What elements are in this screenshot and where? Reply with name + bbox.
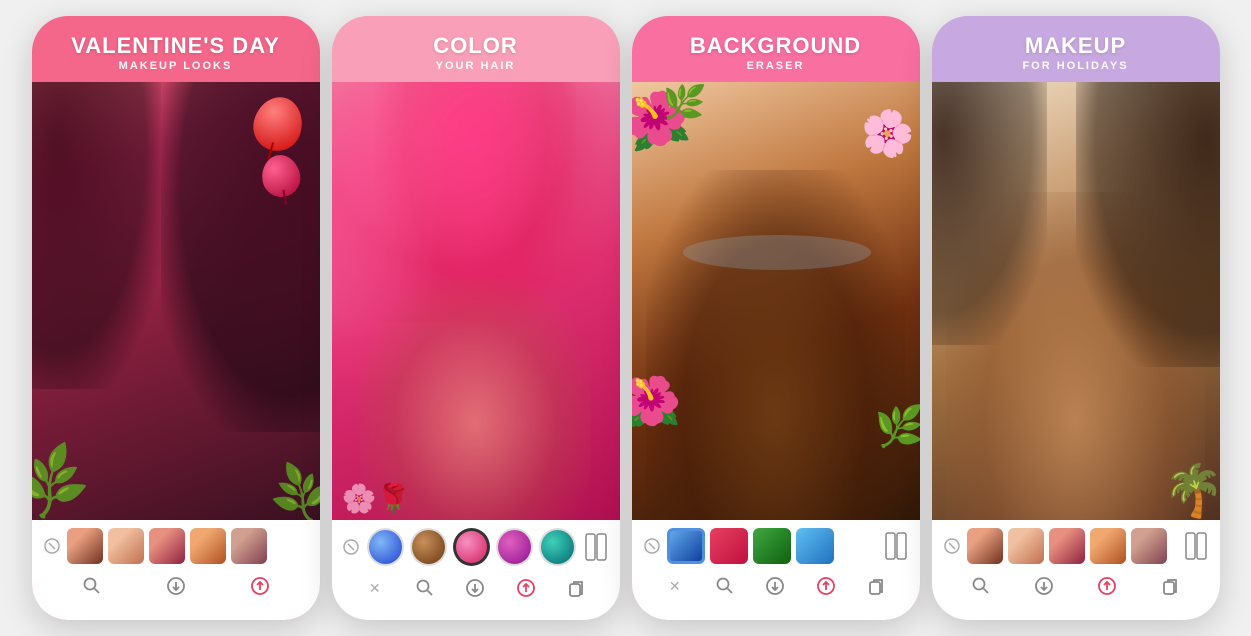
face-swatch-2[interactable] bbox=[1008, 528, 1044, 564]
cross-icon[interactable]: ✕ bbox=[361, 574, 389, 602]
share-icon[interactable] bbox=[812, 572, 840, 600]
pink-hair-swatch[interactable] bbox=[453, 528, 490, 566]
share-icon[interactable] bbox=[512, 574, 540, 602]
face-swatch-2[interactable] bbox=[108, 528, 144, 564]
compare-icon[interactable] bbox=[582, 529, 609, 565]
magenta-hair-swatch[interactable] bbox=[496, 528, 533, 566]
valentines-card: VALENTINE'S DAY MAKEUP LOOKS 🌿 🌿 bbox=[32, 16, 320, 620]
tropical-plant: 🌴 bbox=[1158, 456, 1220, 520]
card-2-swatches bbox=[342, 528, 610, 566]
card-1-image: 🌿 🌿 bbox=[32, 82, 320, 520]
card-3-swatches bbox=[642, 528, 910, 564]
card-4-subtitle: FOR HOLIDAYS bbox=[948, 60, 1204, 72]
card-4-title: MAKEUP bbox=[948, 34, 1204, 58]
copy-icon[interactable] bbox=[1156, 572, 1184, 600]
face-swatch-1[interactable] bbox=[967, 528, 1003, 564]
cross-icon[interactable]: ✕ bbox=[661, 572, 689, 600]
color-hair-card: COLOR YOUR HAIR 🌸🌹 bbox=[332, 16, 620, 620]
card-1-title: VALENTINE'S DAY bbox=[48, 34, 304, 58]
card-4-image: 🌴 bbox=[932, 82, 1220, 520]
copy-icon[interactable] bbox=[862, 572, 890, 600]
zoom-icon[interactable] bbox=[967, 572, 995, 600]
card-2-face-overlay bbox=[332, 82, 620, 520]
sky-bg-swatch[interactable] bbox=[796, 528, 834, 564]
download-icon[interactable] bbox=[761, 572, 789, 600]
zoom-icon[interactable] bbox=[711, 572, 739, 600]
card-4-toolbar bbox=[932, 520, 1220, 620]
zoom-icon[interactable] bbox=[78, 572, 106, 600]
background-eraser-card: BACKGROUND ERASER 🌺 🌸 🌿 🌺 🌿 bbox=[632, 16, 920, 620]
compare-icon[interactable] bbox=[1182, 528, 1210, 564]
card-1-subtitle: MAKEUP LOOKS bbox=[48, 60, 304, 72]
nature-bg-swatch[interactable] bbox=[753, 528, 791, 564]
download-icon[interactable] bbox=[162, 572, 190, 600]
cancel-icon[interactable] bbox=[42, 536, 62, 556]
face-swatch-5[interactable] bbox=[231, 528, 267, 564]
compare-icon[interactable] bbox=[882, 528, 910, 564]
cancel-icon[interactable] bbox=[942, 536, 962, 556]
card-2-header: COLOR YOUR HAIR bbox=[332, 16, 620, 82]
card-4-header: MAKEUP FOR HOLIDAYS bbox=[932, 16, 1220, 82]
share-icon[interactable] bbox=[1093, 572, 1121, 600]
flower-left-bottom: 🌺 bbox=[632, 373, 682, 430]
face-swatch-5[interactable] bbox=[1131, 528, 1167, 564]
cancel-icon[interactable] bbox=[342, 537, 361, 557]
face-swatch-3[interactable] bbox=[1049, 528, 1085, 564]
card-1-header: VALENTINE'S DAY MAKEUP LOOKS bbox=[32, 16, 320, 82]
card-1-bottom-icons bbox=[42, 570, 310, 602]
blue-hair-swatch[interactable] bbox=[367, 528, 404, 566]
card-4-bottom-icons bbox=[942, 570, 1210, 602]
teal-hair-swatch[interactable] bbox=[539, 528, 576, 566]
balloons-decoration bbox=[254, 97, 302, 197]
leaves-top: 🌿 bbox=[660, 82, 707, 125]
blue-bg-swatch[interactable] bbox=[667, 528, 705, 564]
leaf-right-bottom: 🌿 bbox=[875, 403, 920, 450]
flowers-decoration: 🌸🌹 bbox=[342, 482, 412, 515]
download-icon[interactable] bbox=[1030, 572, 1058, 600]
card-2-subtitle: YOUR HAIR bbox=[348, 60, 604, 72]
face-swatch-1[interactable] bbox=[67, 528, 103, 564]
card-2-image: 🌸🌹 bbox=[332, 82, 620, 520]
card-1-toolbar bbox=[32, 520, 320, 620]
card-4-swatches bbox=[942, 528, 1210, 564]
card-3-image: 🌺 🌸 🌿 🌺 🌿 bbox=[632, 82, 920, 520]
card-2-title: COLOR bbox=[348, 34, 604, 58]
face-swatch-4[interactable] bbox=[190, 528, 226, 564]
makeup-holidays-card: MAKEUP FOR HOLIDAYS 🌴 bbox=[932, 16, 1220, 620]
zoom-icon[interactable] bbox=[411, 574, 439, 602]
card-2-bottom-icons: ✕ bbox=[342, 572, 610, 604]
card-1-swatches bbox=[42, 528, 310, 564]
card-2-toolbar: ✕ bbox=[332, 520, 620, 620]
flower-bg-swatch[interactable] bbox=[710, 528, 748, 564]
brown-hair-swatch[interactable] bbox=[410, 528, 447, 566]
card-3-header: BACKGROUND ERASER bbox=[632, 16, 920, 82]
face-swatch-3[interactable] bbox=[149, 528, 185, 564]
copy-icon[interactable] bbox=[562, 574, 590, 602]
card-3-subtitle: ERASER bbox=[648, 60, 904, 72]
card-3-bottom-icons: ✕ bbox=[642, 570, 910, 602]
card-3-toolbar: ✕ bbox=[632, 520, 920, 620]
card-3-title: BACKGROUND bbox=[648, 34, 904, 58]
face-swatch-4[interactable] bbox=[1090, 528, 1126, 564]
download-icon[interactable] bbox=[461, 574, 489, 602]
card-4-face-overlay bbox=[932, 82, 1220, 520]
cancel-icon[interactable] bbox=[642, 536, 662, 556]
share-icon[interactable] bbox=[246, 572, 274, 600]
